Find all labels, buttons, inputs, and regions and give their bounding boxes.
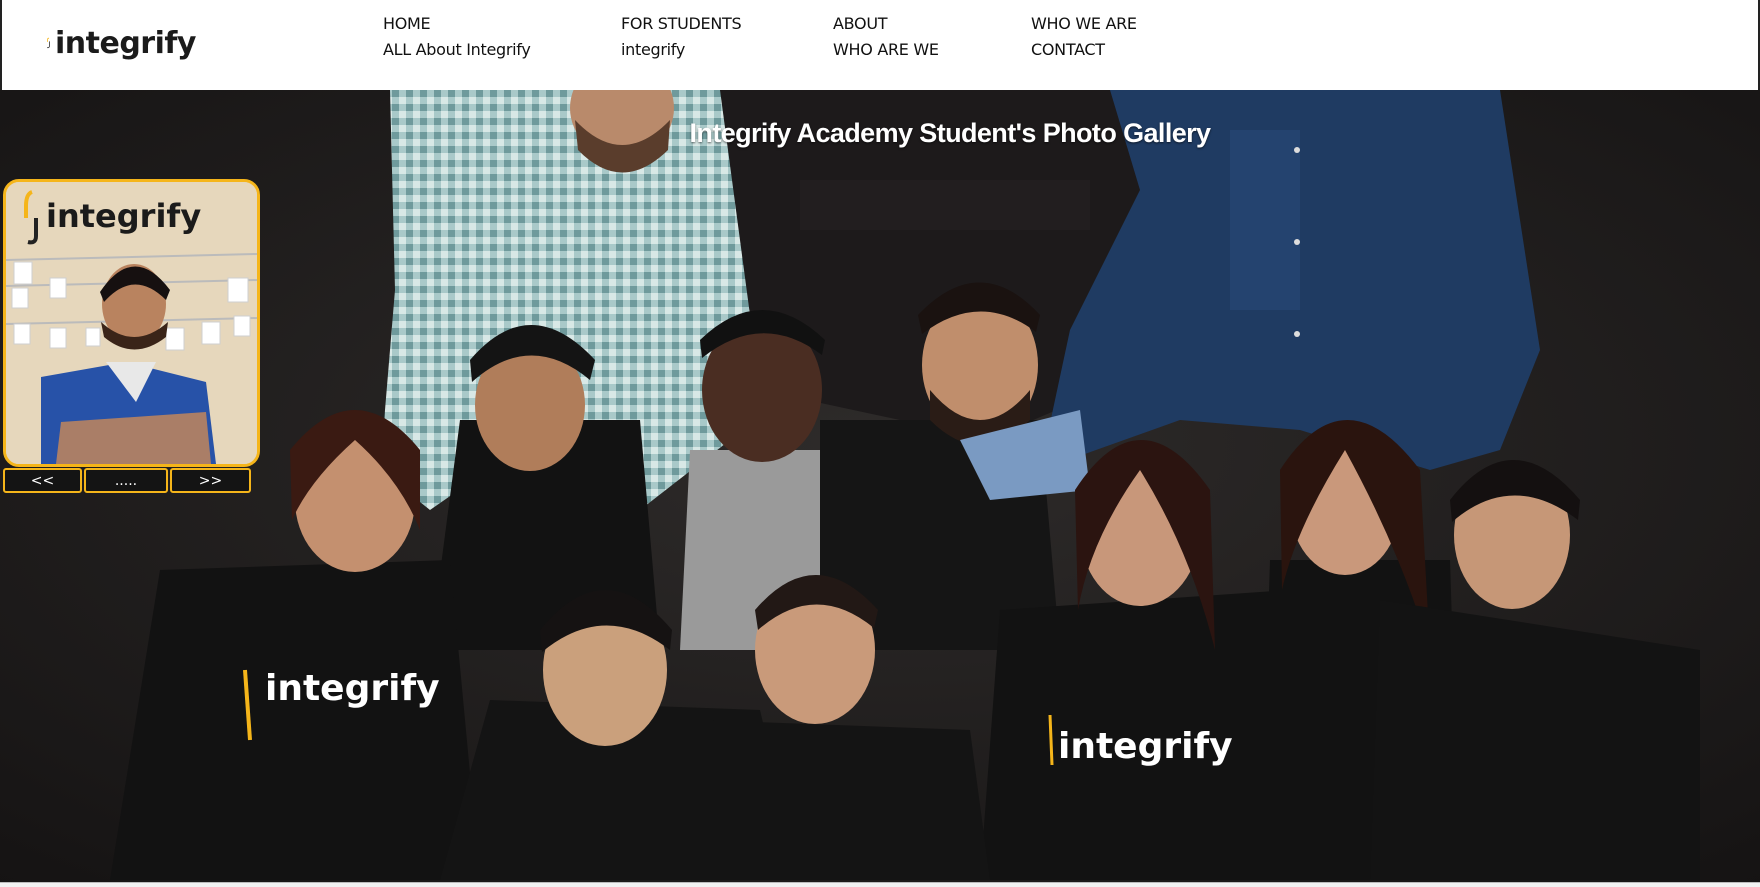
nav-link-for-students[interactable]: FOR STUDENTS — [621, 11, 742, 37]
site-header: integrify HOME ALL About Integrify FOR S… — [0, 0, 1760, 90]
gallery-dots-indicator[interactable]: ..... — [84, 468, 168, 493]
page-bottom-divider — [0, 882, 1760, 887]
gallery-thumbnail[interactable]: integrify — [3, 179, 260, 467]
nav-link-home[interactable]: HOME — [383, 11, 531, 37]
nav-column-about: ABOUT WHO ARE WE — [833, 11, 939, 63]
nav-column-home: HOME ALL About Integrify — [383, 11, 531, 63]
nav-link-who-we-are[interactable]: WHO WE ARE — [1031, 11, 1137, 37]
nav-link-contact[interactable]: CONTACT — [1031, 37, 1137, 63]
nav-link-all-about[interactable]: ALL About Integrify — [383, 37, 531, 63]
nav-link-integrify[interactable]: integrify — [621, 37, 741, 63]
student-photo: integrify — [6, 182, 257, 464]
shirt-logo-text-2: integrify — [1058, 726, 1233, 767]
hero-title: Integrify Academy Student's Photo Galler… — [689, 118, 1212, 148]
shirt-logo-text-1: integrify — [265, 668, 440, 709]
thumb-logo-text: integrify — [46, 197, 201, 235]
nav-link-about[interactable]: ABOUT — [833, 11, 939, 37]
group-photo: integrify integrify — [0, 90, 1760, 882]
integrify-logo-icon — [46, 37, 50, 49]
gallery-next-button[interactable]: >> — [170, 468, 251, 493]
nav-link-who-are-we[interactable]: WHO ARE WE — [833, 37, 939, 63]
logo-text: integrify — [55, 25, 197, 61]
gallery-prev-button[interactable]: << — [3, 468, 82, 493]
nav-column-students: FOR STUDENTS integrify — [621, 11, 742, 63]
site-logo[interactable]: integrify — [46, 14, 197, 72]
nav-column-who: WHO WE ARE CONTACT — [1031, 11, 1137, 63]
hero-photo-section: integrify integrify Integrify Academy St… — [0, 90, 1760, 882]
